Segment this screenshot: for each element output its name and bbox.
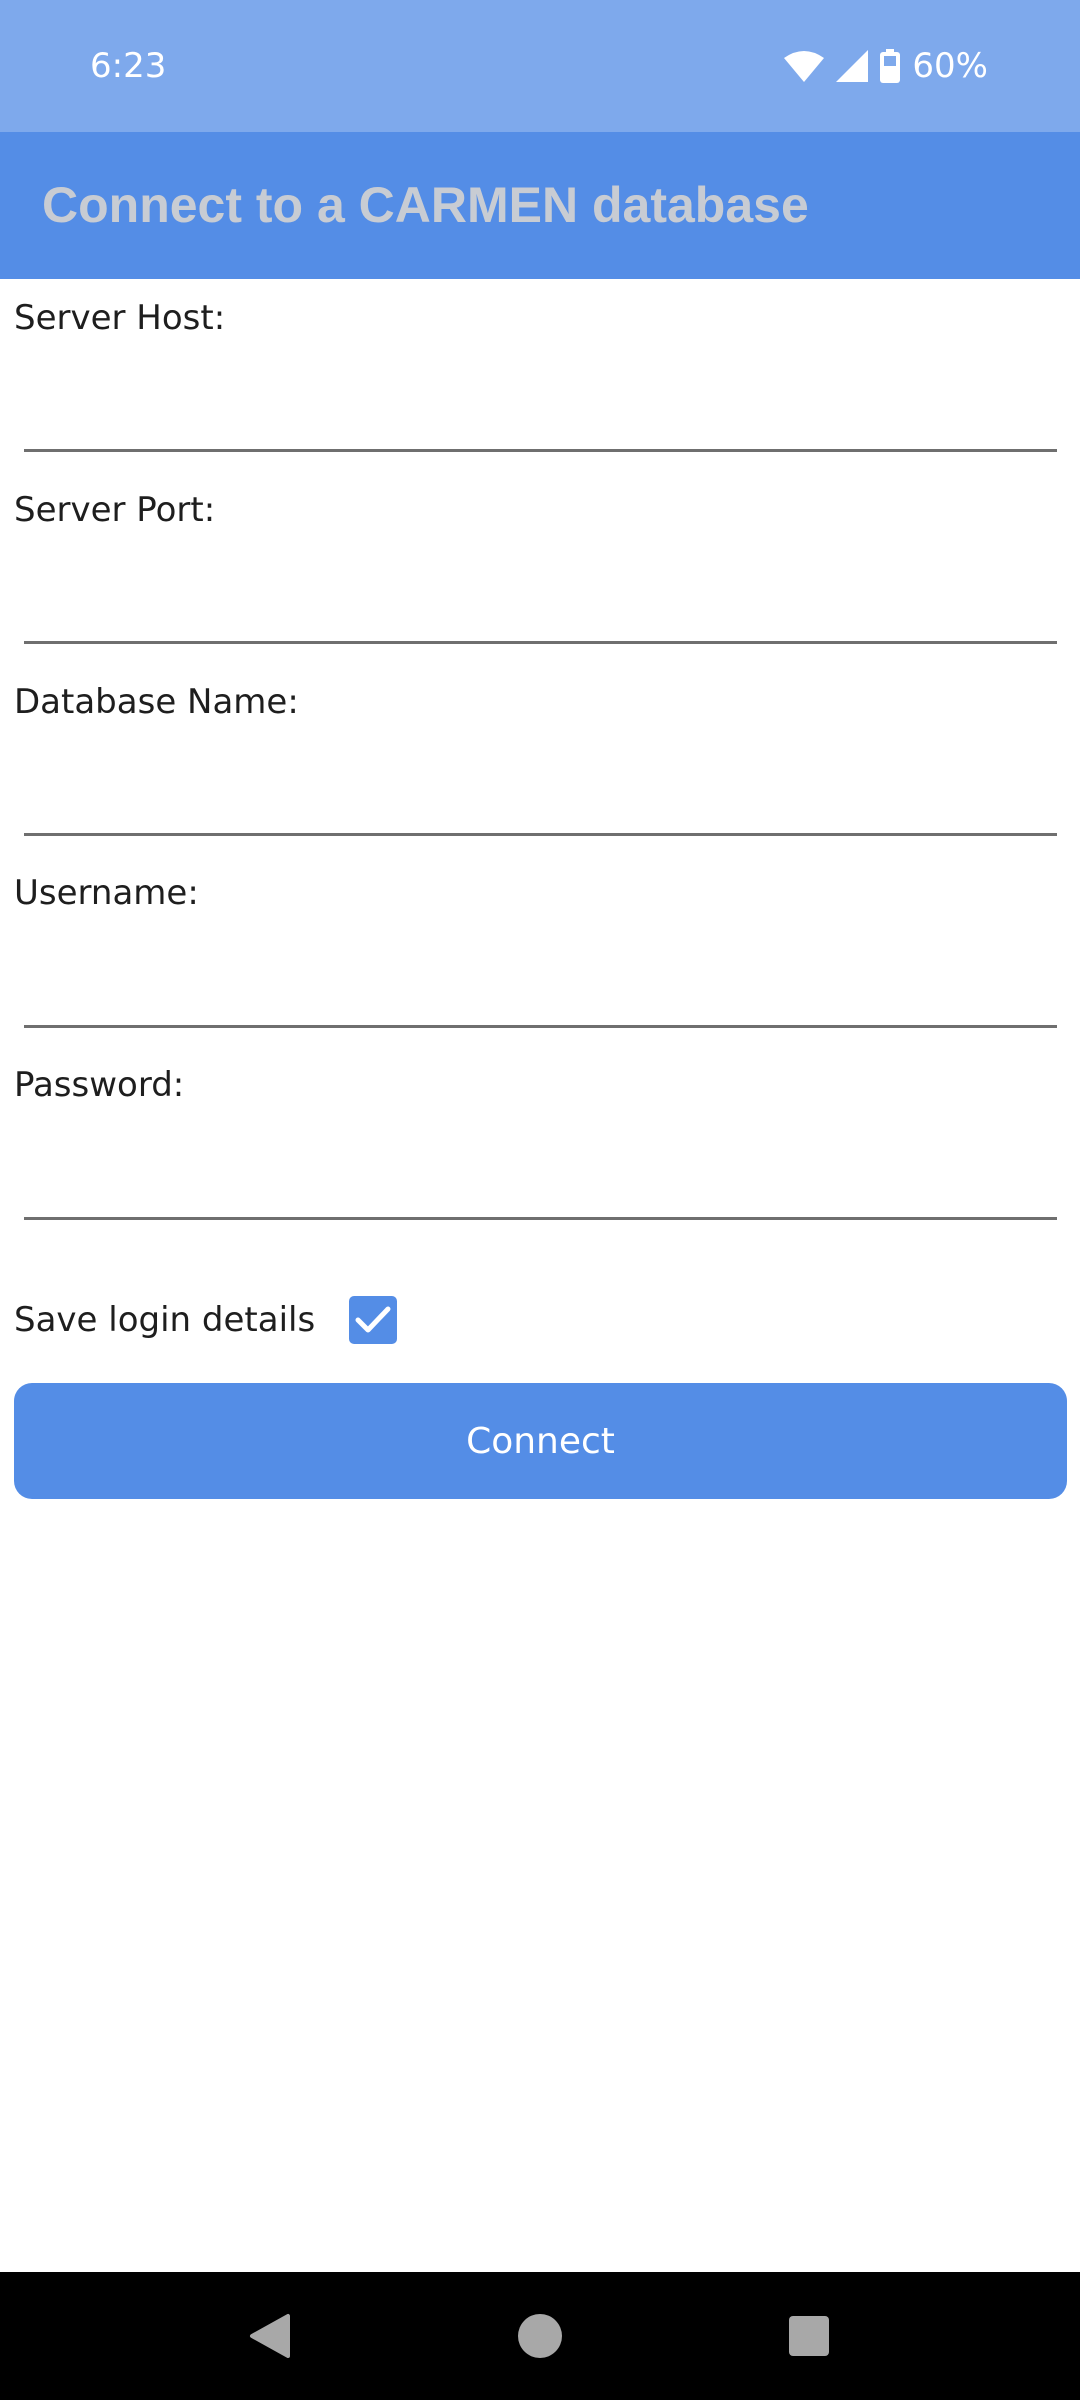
server-port-input[interactable]	[24, 564, 1057, 644]
save-login-label: Save login details	[14, 1300, 316, 1340]
back-icon	[250, 2314, 290, 2358]
back-button[interactable]	[210, 2272, 330, 2400]
database-name-label: Database Name:	[14, 682, 299, 722]
wifi-icon	[784, 50, 825, 82]
navigation-bar	[0, 2272, 1080, 2400]
status-bar: 6:23 60%	[0, 0, 1080, 132]
server-host-input[interactable]	[24, 372, 1057, 452]
battery-icon	[880, 49, 901, 83]
password-input[interactable]	[24, 1140, 1057, 1220]
password-label: Password:	[14, 1065, 185, 1105]
battery-percent: 60%	[912, 46, 988, 86]
save-login-checkbox[interactable]	[349, 1296, 398, 1344]
recents-icon	[789, 2316, 829, 2356]
signal-icon	[836, 50, 869, 82]
recents-button[interactable]	[749, 2272, 869, 2400]
status-time: 6:23	[90, 46, 167, 86]
save-login-row: Save login details	[14, 1290, 398, 1350]
page-title: Connect to a CARMEN database	[42, 177, 809, 233]
home-icon	[518, 2314, 562, 2358]
server-host-label: Server Host:	[14, 298, 226, 338]
database-name-input[interactable]	[24, 756, 1057, 836]
username-label: Username:	[14, 873, 199, 913]
checkmark-icon	[355, 1306, 391, 1333]
status-icons: 60%	[784, 44, 988, 88]
connect-button[interactable]: Connect	[14, 1383, 1067, 1499]
server-port-label: Server Port:	[14, 490, 216, 530]
username-input[interactable]	[24, 948, 1057, 1028]
home-button[interactable]	[480, 2272, 600, 2400]
app-bar: Connect to a CARMEN database	[0, 132, 1080, 279]
